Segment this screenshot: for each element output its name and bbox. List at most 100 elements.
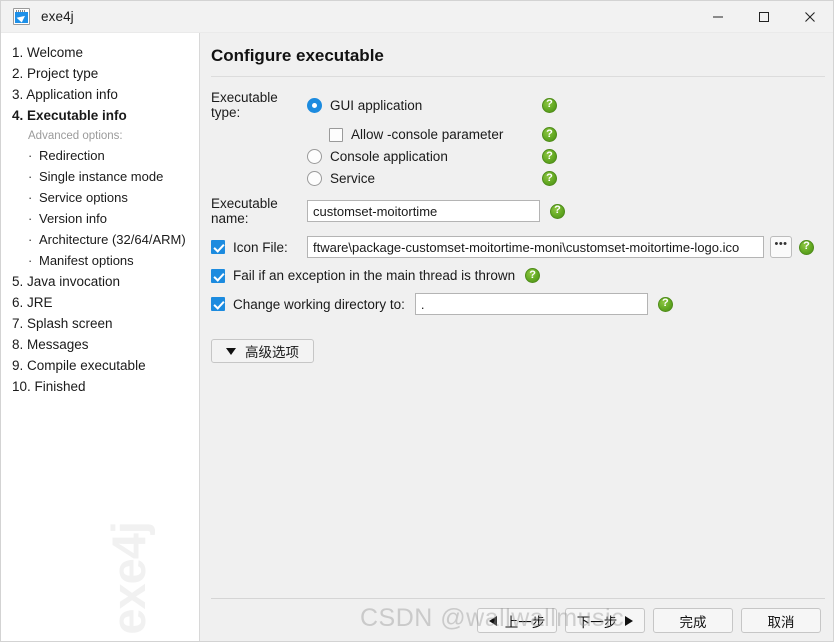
wizard-footer: 上一步 下一步 完成 取消 CSDN @wallwallmusic <box>200 598 833 641</box>
checkbox-change-working-directory-indicator <box>211 297 225 311</box>
radio-console-application-label: Console application <box>330 149 448 164</box>
minimize-icon <box>713 16 723 17</box>
window-content: 1. Welcome 2. Project type 3. Applicatio… <box>1 33 833 641</box>
bullet-icon: · <box>28 232 33 247</box>
row-executable-type-console: Console application ? <box>200 149 833 164</box>
previous-button[interactable]: 上一步 <box>477 608 557 633</box>
radio-service-indicator <box>307 171 322 186</box>
working-directory-input[interactable] <box>414 293 648 315</box>
checkbox-fail-on-exception-label: Fail if an exception in the main thread … <box>233 268 516 283</box>
row-executable-name: Executable name: ? <box>200 196 833 226</box>
sidebar-step-messages[interactable]: 8. Messages <box>1 334 199 355</box>
sidebar-sub-label: Single instance mode <box>39 169 164 184</box>
help-icon-icon-file[interactable]: ? <box>799 239 814 255</box>
sidebar-step-executable-info[interactable]: 4. Executable info <box>1 105 199 126</box>
chevron-down-icon <box>226 347 236 355</box>
checkbox-fail-on-exception[interactable]: Fail if an exception in the main thread … <box>200 268 515 283</box>
radio-console-application-indicator <box>307 149 322 164</box>
footer-button-group: 上一步 下一步 完成 取消 <box>200 599 833 633</box>
radio-service[interactable]: Service <box>307 171 542 186</box>
checkbox-icon-file-indicator <box>211 240 225 254</box>
help-icon-service[interactable]: ? <box>542 171 557 186</box>
exe4j-wizard-window: exe4j 1. Welcome 2. Project type 3. Appl… <box>0 0 834 642</box>
help-icon-executable-type[interactable]: ? <box>542 97 557 113</box>
checkbox-allow-console-label: Allow -console parameter <box>351 127 504 142</box>
row-icon-file: Icon File: ••• ? <box>200 236 833 258</box>
sidebar-sub-label: Architecture (32/64/ARM) <box>39 232 186 247</box>
sidebar-item-redirection[interactable]: · Redirection <box>1 145 199 166</box>
sidebar-watermark: exe4j <box>102 522 155 635</box>
radio-gui-application[interactable]: GUI application <box>307 97 542 113</box>
next-button-label: 下一步 <box>576 614 618 630</box>
arrow-left-icon <box>488 615 497 626</box>
help-icon-executable-name[interactable]: ? <box>550 203 565 219</box>
bullet-icon: · <box>28 169 33 184</box>
icon-file-input[interactable] <box>307 236 764 258</box>
bullet-icon: · <box>28 148 33 163</box>
close-button[interactable] <box>787 1 833 32</box>
sidebar-sub-label: Manifest options <box>39 253 134 268</box>
next-button[interactable]: 下一步 <box>565 608 645 633</box>
radio-console-application[interactable]: Console application <box>307 149 542 164</box>
previous-button-label: 上一步 <box>504 614 546 630</box>
help-icon-fail-on-exception[interactable]: ? <box>525 268 541 283</box>
main-panel: Configure executable Executable type: GU… <box>200 33 833 641</box>
checkbox-change-working-directory-label: Change working directory to: <box>233 296 405 312</box>
icon-file-browse-button[interactable]: ••• <box>770 236 792 258</box>
help-icon-console-application[interactable]: ? <box>542 149 557 164</box>
sidebar-step-compile-executable[interactable]: 9. Compile executable <box>1 355 199 376</box>
sidebar-item-version-info[interactable]: · Version info <box>1 208 199 229</box>
sidebar-step-application-info[interactable]: 3. Application info <box>1 84 199 105</box>
radio-service-label: Service <box>330 171 376 186</box>
wizard-steps-sidebar: 1. Welcome 2. Project type 3. Applicatio… <box>1 33 200 641</box>
advanced-options-label: 高级选项 <box>245 345 299 360</box>
checkbox-fail-on-exception-indicator <box>211 268 225 283</box>
sidebar-item-service-options[interactable]: · Service options <box>1 187 199 208</box>
sidebar-sub-label: Redirection <box>39 148 105 163</box>
exe4j-logo-icon <box>13 8 30 25</box>
bullet-icon: · <box>28 253 33 268</box>
maximize-icon <box>759 11 769 22</box>
radio-gui-application-label: GUI application <box>330 97 423 113</box>
finish-button[interactable]: 完成 <box>653 608 733 633</box>
sidebar-item-manifest-options[interactable]: · Manifest options <box>1 250 199 271</box>
row-allow-console-parameter: Allow -console parameter ? <box>200 127 833 142</box>
checkbox-allow-console-indicator <box>329 127 343 142</box>
checkbox-allow-console-parameter[interactable]: Allow -console parameter <box>307 127 542 142</box>
checkbox-change-working-directory[interactable]: Change working directory to: <box>200 297 405 312</box>
sidebar-step-welcome[interactable]: 1. Welcome <box>1 42 199 63</box>
sidebar-step-splash-screen[interactable]: 7. Splash screen <box>1 313 199 334</box>
cancel-button-label: 取消 <box>767 614 795 630</box>
cancel-button[interactable]: 取消 <box>741 608 821 633</box>
maximize-button[interactable] <box>741 1 787 32</box>
sidebar-step-project-type[interactable]: 2. Project type <box>1 63 199 84</box>
row-fail-on-exception: Fail if an exception in the main thread … <box>200 268 833 283</box>
title-bar: exe4j <box>1 1 833 33</box>
sidebar-step-finished[interactable]: 10. Finished <box>1 376 199 397</box>
sidebar-advanced-options-header: Advanced options: <box>28 130 123 142</box>
sidebar-sub-label: Service options <box>39 190 128 205</box>
sidebar-item-architecture[interactable]: · Architecture (32/64/ARM) <box>1 229 199 250</box>
executable-name-input[interactable] <box>307 200 540 222</box>
row-change-working-directory: Change working directory to: ? <box>200 293 833 315</box>
executable-type-label: Executable type: <box>211 90 278 120</box>
minimize-button[interactable] <box>695 1 741 32</box>
configure-executable-form: Executable type: GUI application ? Allow… <box>200 77 833 598</box>
sidebar-item-single-instance-mode[interactable]: · Single instance mode <box>1 166 199 187</box>
arrow-right-icon <box>625 615 634 626</box>
advanced-options-button[interactable]: 高级选项 <box>211 339 314 363</box>
sidebar-step-jre[interactable]: 6. JRE <box>1 292 199 313</box>
bullet-icon: · <box>28 211 33 226</box>
help-icon-change-working-directory[interactable]: ? <box>657 296 673 312</box>
row-executable-type-service: Service ? <box>200 171 833 186</box>
sidebar-step-java-invocation[interactable]: 5. Java invocation <box>1 271 199 292</box>
checkbox-icon-file[interactable]: Icon File: <box>200 240 307 255</box>
finish-button-label: 完成 <box>679 614 707 630</box>
icon-file-label: Icon File: <box>233 239 288 255</box>
window-controls <box>695 1 833 32</box>
help-icon-allow-console[interactable]: ? <box>542 127 557 142</box>
executable-name-label: Executable name: <box>211 196 278 226</box>
bullet-icon: · <box>28 190 33 205</box>
window-title: exe4j <box>41 9 74 24</box>
radio-gui-application-indicator <box>307 97 322 113</box>
